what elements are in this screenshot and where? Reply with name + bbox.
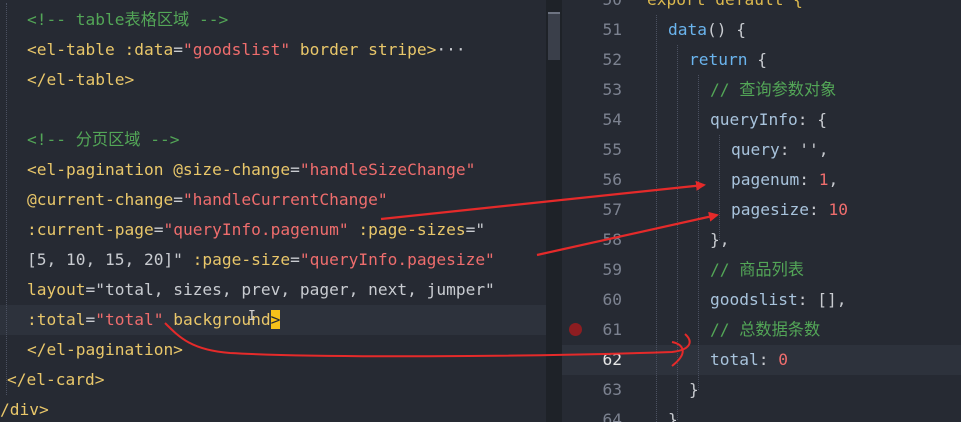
arrow-pagesize <box>536 211 719 257</box>
arrow-total <box>164 322 691 367</box>
arrow-pagenum <box>380 180 706 221</box>
annotation-arrows <box>164 180 719 367</box>
